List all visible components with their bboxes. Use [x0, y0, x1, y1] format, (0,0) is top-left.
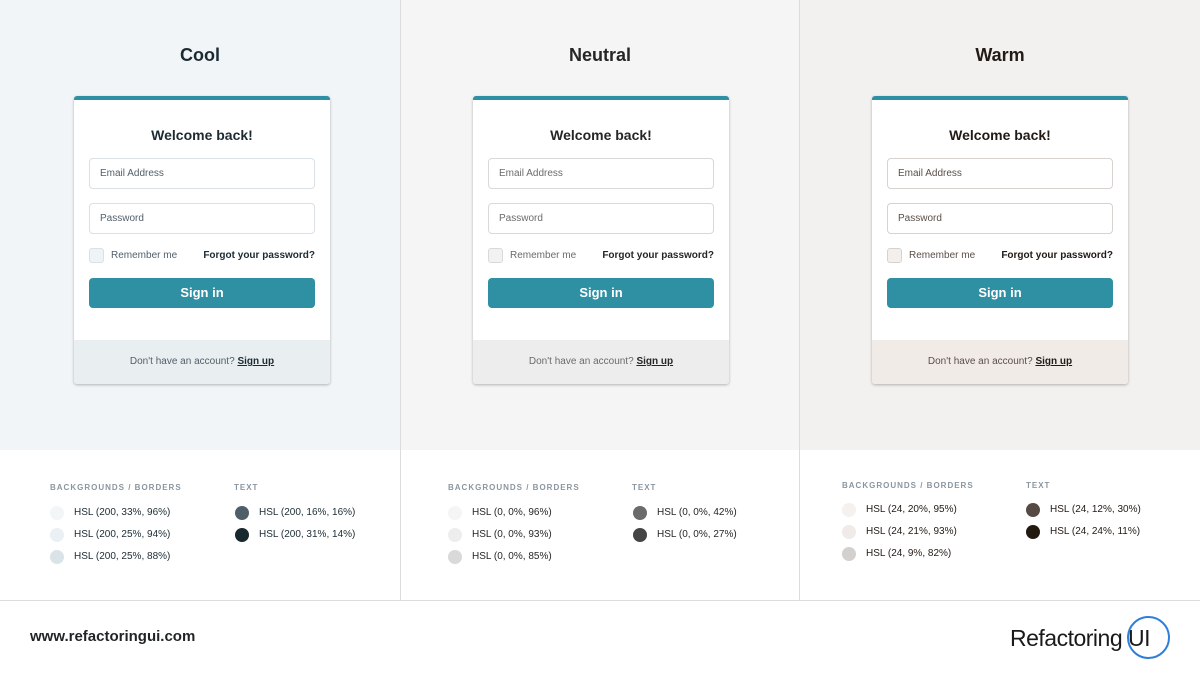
login-card: Welcome back! Email Address Password Rem… [872, 96, 1128, 384]
swatch-label: HSL (200, 33%, 96%) [74, 507, 171, 518]
card-title: Welcome back! [949, 127, 1051, 143]
swatch-label: HSL (0, 0%, 85%) [472, 551, 552, 562]
card-footer: Don't have an account? Sign up [473, 340, 729, 384]
color-dot [1026, 525, 1040, 539]
sign-in-button[interactable]: Sign in [89, 278, 315, 308]
column-cool: Cool Welcome back! Email Address Passwor… [0, 0, 400, 600]
card-title: Welcome back! [151, 127, 253, 143]
remember-checkbox[interactable] [887, 248, 902, 263]
swatch-label: HSL (0, 0%, 96%) [472, 507, 552, 518]
color-dot [235, 506, 249, 520]
swatch-label: HSL (24, 12%, 30%) [1050, 504, 1141, 515]
no-account-text: Don't have an account? [927, 356, 1033, 367]
color-dot [633, 528, 647, 542]
remember-label: Remember me [510, 250, 577, 261]
color-dot [1026, 503, 1040, 517]
neutral-legend: BACKGROUNDS / BORDERS TEXT HSL (0, 0%, 9… [400, 450, 800, 600]
swatch-label: HSL (0, 0%, 27%) [657, 529, 737, 540]
column-title: Cool [180, 45, 220, 65]
sign-up-link[interactable]: Sign up [636, 356, 673, 367]
remember-checkbox[interactable] [488, 248, 503, 263]
color-dot [50, 528, 64, 542]
color-dot [50, 506, 64, 520]
swatch-label: HSL (200, 16%, 16%) [259, 507, 356, 518]
backgrounds-heading: BACKGROUNDS / BORDERS [842, 481, 974, 490]
card-footer: Don't have an account? Sign up [872, 340, 1128, 384]
backgrounds-heading: BACKGROUNDS / BORDERS [448, 483, 580, 492]
remember-row: Remember me Forgot your password? [488, 248, 714, 264]
backgrounds-heading: BACKGROUNDS / BORDERS [50, 483, 182, 492]
card-title: Welcome back! [550, 127, 652, 143]
forgot-password-link[interactable]: Forgot your password? [602, 250, 714, 261]
sign-up-link[interactable]: Sign up [1035, 356, 1072, 367]
cool-legend: BACKGROUNDS / BORDERS TEXT HSL (200, 33%… [0, 450, 400, 600]
sign-in-button[interactable]: Sign in [488, 278, 714, 308]
color-dot [842, 503, 856, 517]
card-footer: Don't have an account? Sign up [74, 340, 330, 384]
text-heading: TEXT [234, 483, 259, 492]
no-account-text: Don't have an account? [129, 356, 235, 367]
swatch-label: HSL (200, 31%, 14%) [259, 529, 356, 540]
sign-up-link[interactable]: Sign up [237, 356, 274, 367]
color-dot [448, 528, 462, 542]
color-dot [633, 506, 647, 520]
remember-label: Remember me [111, 250, 178, 261]
color-dot [842, 547, 856, 561]
swatch-label: HSL (0, 0%, 42%) [657, 507, 737, 518]
remember-row: Remember me Forgot your password? [887, 248, 1113, 264]
login-card: Welcome back! Email Address Password Rem… [473, 96, 729, 384]
warm-preview-area: Warm Welcome back! Email Address Passwor… [800, 0, 1200, 450]
color-dot [448, 506, 462, 520]
swatch-label: HSL (200, 25%, 88%) [74, 551, 171, 562]
column-title: Neutral [568, 45, 631, 65]
login-card: Welcome back! Email Address Password Rem… [74, 96, 330, 384]
swatch-label: HSL (200, 25%, 94%) [74, 529, 171, 540]
remember-checkbox[interactable] [89, 248, 104, 263]
color-dot [842, 525, 856, 539]
swatch-label: HSL (24, 20%, 95%) [866, 504, 957, 515]
remember-row: Remember me Forgot your password? [89, 248, 315, 264]
swatch-label: HSL (24, 21%, 93%) [866, 526, 957, 537]
remember-label: Remember me [909, 250, 976, 261]
color-dot [50, 550, 64, 564]
column-warm: Warm Welcome back! Email Address Passwor… [800, 0, 1200, 600]
text-heading: TEXT [1026, 481, 1051, 490]
swatch-label: HSL (24, 9%, 82%) [866, 548, 952, 559]
page-footer: www.refactoringui.com Refactoring UI [0, 600, 1200, 675]
site-url[interactable]: www.refactoringui.com [30, 628, 195, 645]
email-field[interactable]: Email Address [887, 158, 1113, 189]
logo-ring-icon [1127, 616, 1170, 659]
neutral-preview-area: Neutral Welcome back! Email Address Pass… [400, 0, 800, 450]
column-neutral: Neutral Welcome back! Email Address Pass… [400, 0, 800, 600]
sign-in-button[interactable]: Sign in [887, 278, 1113, 308]
text-heading: TEXT [632, 483, 657, 492]
email-field[interactable]: Email Address [89, 158, 315, 189]
password-field[interactable]: Password [89, 203, 315, 234]
password-field[interactable]: Password [488, 203, 714, 234]
forgot-password-link[interactable]: Forgot your password? [1001, 250, 1113, 261]
color-dot [235, 528, 249, 542]
swatch-label: HSL (0, 0%, 93%) [472, 529, 552, 540]
email-field[interactable]: Email Address [488, 158, 714, 189]
no-account-text: Don't have an account? [528, 356, 634, 367]
cool-preview-area: Cool Welcome back! Email Address Passwor… [0, 0, 400, 450]
password-field[interactable]: Password [887, 203, 1113, 234]
column-title: Warm [975, 45, 1025, 65]
color-dot [448, 550, 462, 564]
forgot-password-link[interactable]: Forgot your password? [203, 250, 315, 261]
swatch-label: HSL (24, 24%, 11%) [1050, 526, 1141, 537]
warm-legend: BACKGROUNDS / BORDERS TEXT HSL (24, 20%,… [800, 450, 1200, 600]
